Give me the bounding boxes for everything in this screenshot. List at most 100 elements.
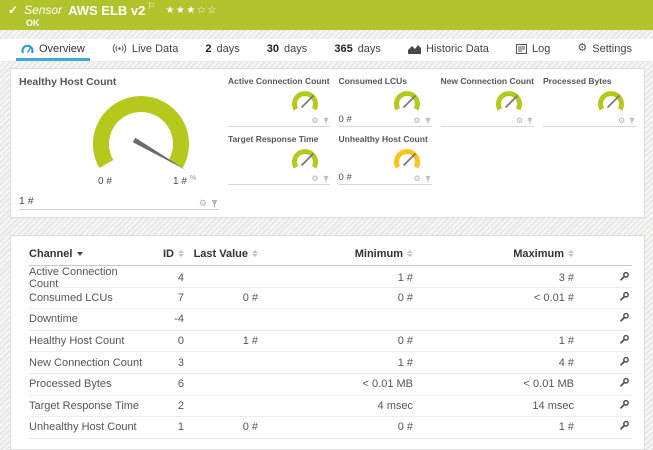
gauge-needle <box>606 94 621 109</box>
channel-name[interactable]: Consumed LCUs <box>29 292 149 304</box>
needle-tip-marker: % <box>190 175 196 182</box>
tab-label: days <box>216 42 240 55</box>
channel-maximum: 1 # <box>558 335 574 348</box>
tab-live-data[interactable]: Live Data <box>107 39 183 61</box>
column-header-label: Channel <box>29 247 73 260</box>
gauge-current-value: 1 # <box>19 195 34 207</box>
channel-row[interactable]: Healthy Host Count 0 1 # 0 # 1 # <box>29 331 632 353</box>
table-body: Active Connection Count 4 1 # 3 # Consum… <box>29 266 632 439</box>
column-header-maximum[interactable]: Maximum <box>413 248 574 260</box>
channel-id: 1 <box>177 421 184 434</box>
priority-stars[interactable]: ★★★☆☆ <box>165 5 217 16</box>
gauge-arc <box>393 91 420 111</box>
gauge-panel-processed-bytes[interactable]: Processed Bytes ⚙ <box>543 76 636 127</box>
channel-row[interactable]: Processed Bytes 6 < 0.01 MB < 0.01 MB <box>29 374 632 396</box>
gauge-scale-max: 1 # <box>173 176 187 187</box>
tab-2-days[interactable]: 2 days <box>200 39 244 61</box>
column-header-minimum[interactable]: Minimum <box>258 248 413 260</box>
gauge-panel-new-connection-count[interactable]: New Connection Count ⚙ <box>440 76 535 127</box>
channel-name[interactable]: Healthy Host Count <box>29 335 149 347</box>
primary-gauge-panel[interactable]: Healthy Host Count % 0 # 1 # 1 # ⚙ <box>19 76 219 210</box>
mini-gauge <box>496 91 523 111</box>
tab-label: Live Data <box>131 42 179 55</box>
channel-row[interactable]: Target Response Time 2 4 msec 14 msec <box>29 396 632 418</box>
tab-bar: Overview Live Data 2 days 30 days 365 da… <box>0 39 653 62</box>
channel-last-value: 0 # <box>242 291 258 304</box>
channels-table-panel: Channel ID Last Value Minimum Maximum Ac… <box>10 235 645 450</box>
gauge-needle <box>504 94 519 109</box>
channel-settings-wrench-icon[interactable] <box>619 312 630 323</box>
channel-settings-wrench-icon[interactable] <box>619 420 630 431</box>
gauge-panel-target-response-time[interactable]: Target Response Time ⚙ <box>228 134 330 185</box>
channel-row[interactable]: Unhealthy Host Count 1 0 # 0 # 1 # <box>29 417 632 439</box>
channel-name[interactable]: Active Connection Count <box>29 266 149 290</box>
pin-icon[interactable] <box>424 117 432 125</box>
pin-icon[interactable] <box>424 175 432 183</box>
priority-flag-icon[interactable]: ⚐ <box>147 1 155 12</box>
gear-icon[interactable]: ⚙ <box>311 174 318 183</box>
channel-name[interactable]: Unhealthy Host Count <box>29 421 149 433</box>
tab-label: days <box>357 42 381 55</box>
mini-gauge <box>393 149 420 169</box>
tab-log[interactable]: Log <box>511 39 555 61</box>
tab-label: Settings <box>592 42 632 55</box>
stars-empty[interactable]: ☆☆ <box>197 5 218 16</box>
channel-settings-wrench-icon[interactable] <box>619 399 630 410</box>
gauge-arc <box>93 96 189 168</box>
gauge-title: Active Connection Count <box>228 76 330 86</box>
tab-historic-data[interactable]: Historic Data <box>403 39 494 61</box>
channel-id: 3 <box>177 356 184 369</box>
channel-row[interactable]: Consumed LCUs 7 0 # 0 # < 0.01 # <box>29 288 632 310</box>
tab-label-number: 30 <box>266 42 280 55</box>
gear-icon[interactable]: ⚙ <box>199 199 207 208</box>
channel-name[interactable]: Downtime <box>29 313 149 325</box>
channel-settings-wrench-icon[interactable] <box>619 291 630 302</box>
gear-icon[interactable]: ⚙ <box>516 116 523 125</box>
tab-30-days[interactable]: 30 days <box>262 39 313 61</box>
column-header-id[interactable]: ID <box>149 248 184 260</box>
column-header-channel[interactable]: Channel <box>29 248 149 260</box>
channel-name[interactable]: New Connection Count <box>29 357 149 369</box>
gauge-panel-active-connection-count[interactable]: Active Connection Count ⚙ <box>228 76 330 127</box>
tab-365-days[interactable]: 365 days <box>329 39 386 61</box>
tab-settings[interactable]: ⚙ Settings <box>572 39 637 61</box>
channel-id: 6 <box>177 378 184 391</box>
sort-toggle-icon[interactable] <box>568 250 574 257</box>
object-kind-label: Sensor <box>24 3 63 17</box>
gauge-icon <box>21 44 34 54</box>
channel-name[interactable]: Target Response Time <box>29 400 149 412</box>
mini-gauge <box>291 91 318 111</box>
channel-settings-wrench-icon[interactable] <box>619 356 630 367</box>
gauge-arc <box>291 91 318 111</box>
stars-filled[interactable]: ★★★ <box>165 5 196 16</box>
gauge-title: Healthy Host Count <box>19 76 117 88</box>
gauge-panel-unhealthy-host-count[interactable]: Unhealthy Host Count 0 # ⚙ <box>338 134 432 185</box>
channel-row[interactable]: New Connection Count 3 1 # 4 # <box>29 352 632 374</box>
gear-icon[interactable]: ⚙ <box>618 116 625 125</box>
gear-icon: ⚙ <box>577 42 588 54</box>
channel-row[interactable]: Downtime -4 <box>29 309 632 331</box>
tab-label: Overview <box>39 42 85 55</box>
channel-name[interactable]: Processed Bytes <box>29 378 149 390</box>
pin-icon[interactable] <box>322 175 330 183</box>
gear-icon[interactable]: ⚙ <box>311 116 318 125</box>
tab-label-number: 2 <box>205 42 212 55</box>
channel-settings-wrench-icon[interactable] <box>619 271 630 282</box>
channel-last-value: 0 # <box>242 421 258 434</box>
gear-icon[interactable]: ⚙ <box>413 116 420 125</box>
gear-icon[interactable]: ⚙ <box>413 174 420 183</box>
tab-overview[interactable]: Overview <box>16 39 90 61</box>
channel-row[interactable]: Active Connection Count 4 1 # 3 # <box>29 266 632 290</box>
pin-icon[interactable] <box>628 117 636 125</box>
channel-minimum: 0 # <box>397 291 413 304</box>
channel-settings-wrench-icon[interactable] <box>619 377 630 388</box>
tab-label: Log <box>531 42 551 55</box>
pin-icon[interactable] <box>210 199 219 208</box>
pin-icon[interactable] <box>322 117 330 125</box>
column-header-last-value[interactable]: Last Value <box>184 248 258 260</box>
healthy-host-count-gauge: % 0 # 1 # <box>93 96 196 187</box>
table-header-row: Channel ID Last Value Minimum Maximum <box>29 242 632 266</box>
pin-icon[interactable] <box>526 117 534 125</box>
gauge-panel-consumed-lcus[interactable]: Consumed LCUs 0 # ⚙ <box>338 76 432 127</box>
channel-settings-wrench-icon[interactable] <box>619 334 630 345</box>
